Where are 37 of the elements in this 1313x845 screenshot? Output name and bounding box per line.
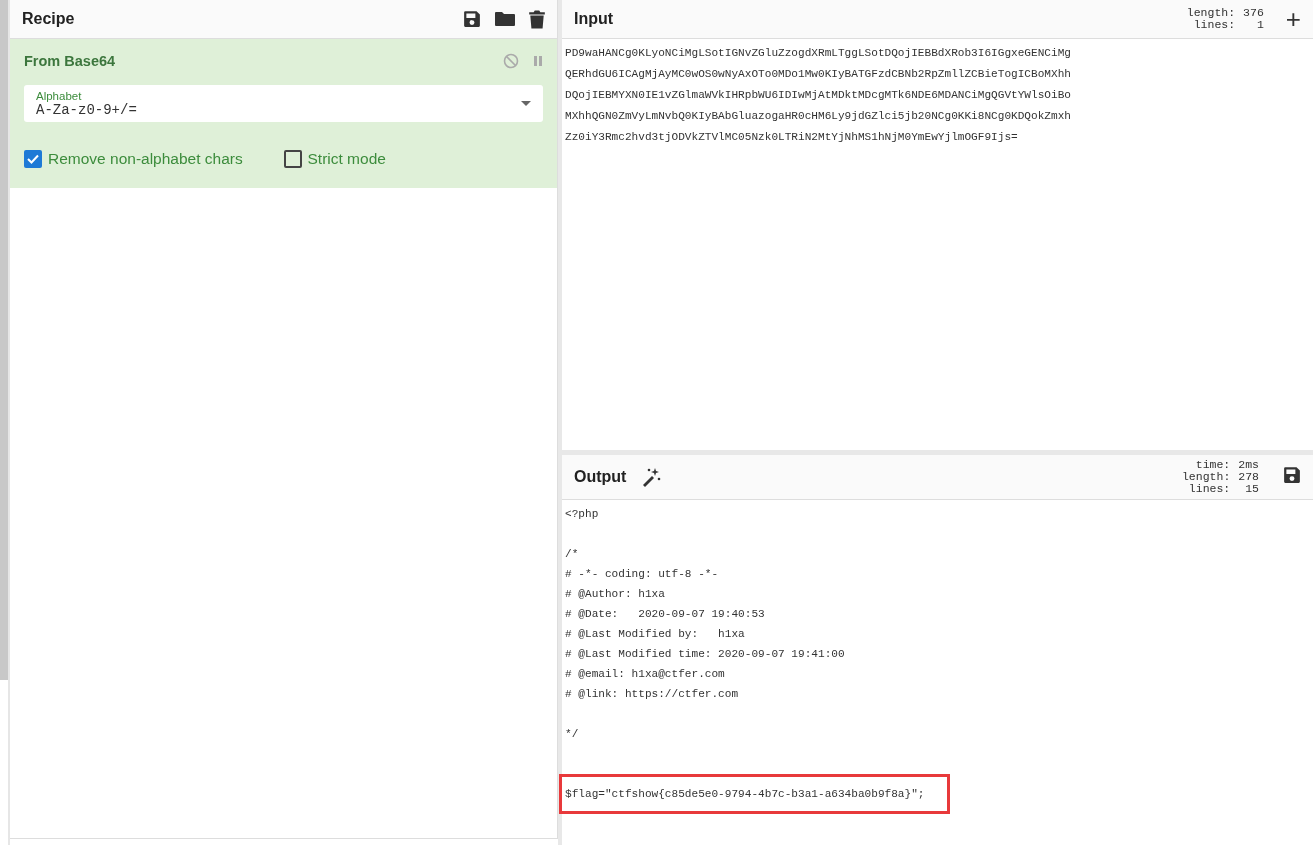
checkbox-label[interactable]: Remove non-alphabet chars [48,150,243,168]
caret-icon[interactable] [521,101,531,107]
code-line: # @email: h1xa@ctfer.com [565,668,725,680]
panel-title: Input [574,10,614,28]
code-line: <?php [565,508,599,520]
stat-label: length: [1186,7,1236,19]
panel-title: Recipe [22,10,75,28]
stat-label: length: [1181,471,1231,483]
checkbox-label[interactable]: Strict mode [307,150,386,168]
code-line: $flag="ctfshow{c85de5e0-9794-4b7c-b3a1-a634ba0b9f8a}"; [565,788,925,800]
code-line: # @Date: 2020-09-07 19:40:53 [565,608,765,620]
code-line: # @link: https://ctfer.com [565,688,739,700]
trash-icon[interactable] [529,9,545,29]
code-line: /* [565,548,579,560]
stat-value: 2ms [1238,459,1259,471]
add-input-button[interactable]: + [1285,6,1301,32]
operation-name: From Base64 [24,53,116,69]
stat-value: 376 [1243,7,1264,19]
code-line: # @Last Modified time: 2020-09-07 19:41:00 [565,648,845,660]
stat-value: 15 [1244,483,1259,495]
save-icon[interactable] [463,10,481,28]
stat-label: time: [1194,459,1231,471]
code-line: */ [565,728,579,740]
code-line: # @Last Modified by: h1xa [565,628,745,640]
save-icon[interactable] [1283,466,1301,484]
checkbox[interactable] [24,150,42,168]
code-line: # @Author: h1xa [565,588,665,600]
stat-label: lines: [1187,483,1231,495]
stat-label: lines: [1192,19,1236,31]
code-line: # -*- coding: utf-8 -*- [565,568,719,580]
alphabet-dropdown[interactable]: Alphabet A-Za-z0-9+/= [24,85,543,122]
checkbox[interactable] [283,150,302,168]
stat-value: 1 [1255,19,1264,31]
panel-title: Output [574,468,627,486]
stat-value: 278 [1238,471,1259,483]
input-text[interactable]: PD9waHANCg0KLyoNCiMgLSotIGNvZGluZzogdXRmLTggLSotDQojIEBBdXRob3I6IGgxeGENCiMg QERhdGU6ICAgMjAyMC0wOS0wNyAxOTo0MDo1Mw0KIyBATGFzdCBNb2RpZmllZCBieTogICBoMXhh DQojIEBMYXN0IE1vZGlmaWVkIHRpbWU6IDIwMjAtMDktMDcgMTk6NDE6MDANCiMgQGVtYWlsOiBo MXhhQGN0ZmVyLmNvbQ0KIyBAbGluazogaHR0cHM6Ly9jdGZlci5jb20NCg0KKi8NCg0KDQokZmxh Zz0iY3Rmc2hvd3tjODVkZTVlMC05Nzk0LTRiN2MtYjNhMS1hNjM0YmEwYjlmOGF9Ijs= [562,39,1313,152]
folder-icon[interactable] [495,10,515,28]
